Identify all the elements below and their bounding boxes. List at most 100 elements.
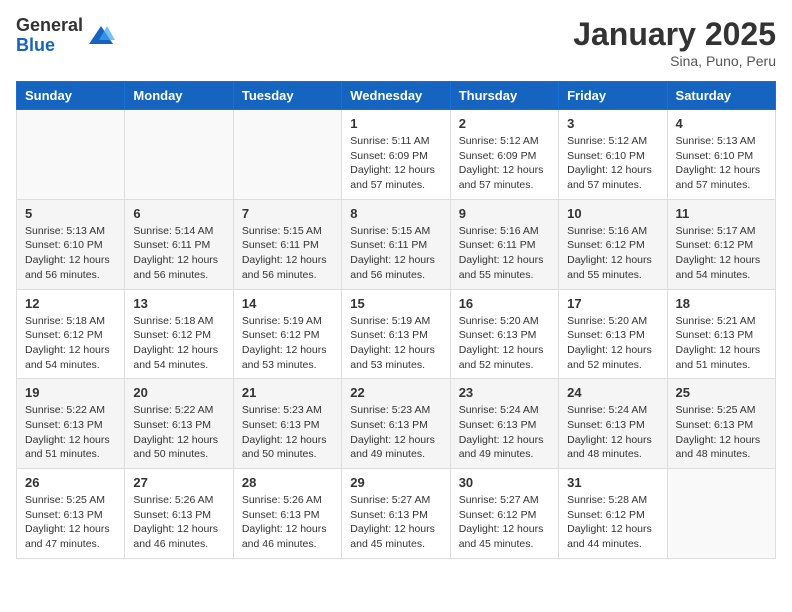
day-cell-31: 31 Sunrise: 5:28 AMSunset: 6:12 PMDayligh… [559,469,667,559]
day-cell-7: 7 Sunrise: 5:15 AMSunset: 6:11 PMDaylight… [233,199,341,289]
day-cell-23: 23 Sunrise: 5:24 AMSunset: 6:13 PMDayligh… [450,379,558,469]
day-cell-22: 22Sunrise: 5:23 AMSunset: 6:13 PMDayligh… [342,379,450,469]
logo-general-text: General [16,16,83,36]
calendar-table: SundayMondayTuesdayWednesdayThursdayFrid… [16,81,776,559]
day-cell-30: 30 Sunrise: 5:27 AMSunset: 6:12 PMDayligh… [450,469,558,559]
day-info: Sunrise: 5:23 AMSunset: 6:13 PMDaylight:… [242,403,333,462]
day-info: Sunrise: 5:20 AMSunset: 6:13 PMDaylight:… [459,314,550,373]
day-number: 3 [567,116,658,131]
week-row-1: 5 Sunrise: 5:13 AMSunset: 6:10 PMDaylight… [17,199,776,289]
day-info: Sunrise: 5:19 AMSunset: 6:12 PMDaylight:… [242,314,333,373]
day-info: Sunrise: 5:22 AMSunset: 6:13 PMDaylight:… [25,403,116,462]
day-cell-8: 8 Sunrise: 5:15 AMSunset: 6:11 PMDaylight… [342,199,450,289]
day-cell-25: 25 Sunrise: 5:25 AMSunset: 6:13 PMDayligh… [667,379,775,469]
day-number: 8 [350,206,441,221]
day-cell-15: 15 Sunrise: 5:19 AMSunset: 6:13 PMDayligh… [342,289,450,379]
day-info: Sunrise: 5:18 AMSunset: 6:12 PMDaylight:… [25,314,116,373]
day-cell-3: 3 Sunrise: 5:12 AMSunset: 6:10 PMDaylight… [559,110,667,200]
day-cell-29: 29 Sunrise: 5:27 AMSunset: 6:13 PMDayligh… [342,469,450,559]
day-info: Sunrise: 5:24 AMSunset: 6:13 PMDaylight:… [567,403,658,462]
day-number: 11 [676,206,767,221]
day-info: Sunrise: 5:24 AMSunset: 6:13 PMDaylight:… [459,403,550,462]
header-friday: Friday [559,82,667,110]
day-number: 26 [25,475,116,490]
day-info: Sunrise: 5:27 AMSunset: 6:12 PMDaylight:… [459,493,550,552]
day-info: Sunrise: 5:19 AMSunset: 6:13 PMDaylight:… [350,314,441,373]
day-number: 19 [25,385,116,400]
day-number: 5 [25,206,116,221]
day-cell-16: 16 Sunrise: 5:20 AMSunset: 6:13 PMDayligh… [450,289,558,379]
day-number: 10 [567,206,658,221]
month-title: January 2025 [573,16,776,53]
day-number: 20 [133,385,224,400]
week-row-3: 19 Sunrise: 5:22 AMSunset: 6:13 PMDayligh… [17,379,776,469]
day-info: Sunrise: 5:27 AMSunset: 6:13 PMDaylight:… [350,493,441,552]
empty-cell [17,110,125,200]
day-number: 1 [350,116,441,131]
day-info: Sunrise: 5:22 AMSunset: 6:13 PMDaylight:… [133,403,224,462]
day-cell-9: 9Sunrise: 5:16 AMSunset: 6:11 PMDaylight… [450,199,558,289]
day-info: Sunrise: 5:11 AMSunset: 6:09 PMDaylight:… [350,134,441,193]
day-number: 7 [242,206,333,221]
day-info: Sunrise: 5:15 AMSunset: 6:11 PMDaylight:… [350,224,441,283]
day-number: 29 [350,475,441,490]
day-info: Sunrise: 5:21 AMSunset: 6:13 PMDaylight:… [676,314,767,373]
day-info: Sunrise: 5:26 AMSunset: 6:13 PMDaylight:… [242,493,333,552]
logo: General Blue [16,16,115,56]
header-saturday: Saturday [667,82,775,110]
calendar-body: 1 Sunrise: 5:11 AMSunset: 6:09 PMDaylight… [17,110,776,559]
day-info: Sunrise: 5:16 AMSunset: 6:12 PMDaylight:… [567,224,658,283]
day-info: Sunrise: 5:13 AMSunset: 6:10 PMDaylight:… [25,224,116,283]
day-info: Sunrise: 5:12 AMSunset: 6:09 PMDaylight:… [459,134,550,193]
day-info: Sunrise: 5:15 AMSunset: 6:11 PMDaylight:… [242,224,333,283]
day-cell-18: 18 Sunrise: 5:21 AMSunset: 6:13 PMDayligh… [667,289,775,379]
day-number: 27 [133,475,224,490]
day-number: 23 [459,385,550,400]
title-area: January 2025 Sina, Puno, Peru [573,16,776,69]
day-number: 6 [133,206,224,221]
day-cell-5: 5 Sunrise: 5:13 AMSunset: 6:10 PMDaylight… [17,199,125,289]
day-cell-14: 14Sunrise: 5:19 AMSunset: 6:12 PMDayligh… [233,289,341,379]
location-subtitle: Sina, Puno, Peru [573,53,776,69]
day-info: Sunrise: 5:26 AMSunset: 6:13 PMDaylight:… [133,493,224,552]
day-number: 24 [567,385,658,400]
day-cell-21: 21Sunrise: 5:23 AMSunset: 6:13 PMDayligh… [233,379,341,469]
day-info: Sunrise: 5:20 AMSunset: 6:13 PMDaylight:… [567,314,658,373]
day-number: 25 [676,385,767,400]
week-row-2: 12Sunrise: 5:18 AMSunset: 6:12 PMDayligh… [17,289,776,379]
day-number: 2 [459,116,550,131]
header-thursday: Thursday [450,82,558,110]
day-number: 13 [133,296,224,311]
day-info: Sunrise: 5:25 AMSunset: 6:13 PMDaylight:… [676,403,767,462]
day-cell-2: 2 Sunrise: 5:12 AMSunset: 6:09 PMDaylight… [450,110,558,200]
day-cell-1: 1 Sunrise: 5:11 AMSunset: 6:09 PMDaylight… [342,110,450,200]
day-info: Sunrise: 5:28 AMSunset: 6:12 PMDaylight:… [567,493,658,552]
day-cell-17: 17Sunrise: 5:20 AMSunset: 6:13 PMDayligh… [559,289,667,379]
empty-cell [233,110,341,200]
day-cell-20: 20 Sunrise: 5:22 AMSunset: 6:13 PMDayligh… [125,379,233,469]
header-tuesday: Tuesday [233,82,341,110]
day-number: 31 [567,475,658,490]
day-info: Sunrise: 5:17 AMSunset: 6:12 PMDaylight:… [676,224,767,283]
header-sunday: Sunday [17,82,125,110]
day-number: 18 [676,296,767,311]
day-info: Sunrise: 5:13 AMSunset: 6:10 PMDaylight:… [676,134,767,193]
week-row-4: 26Sunrise: 5:25 AMSunset: 6:13 PMDayligh… [17,469,776,559]
day-cell-19: 19 Sunrise: 5:22 AMSunset: 6:13 PMDayligh… [17,379,125,469]
logo-icon [87,22,115,50]
day-cell-26: 26Sunrise: 5:25 AMSunset: 6:13 PMDayligh… [17,469,125,559]
day-cell-24: 24 Sunrise: 5:24 AMSunset: 6:13 PMDayligh… [559,379,667,469]
day-number: 30 [459,475,550,490]
day-cell-13: 13Sunrise: 5:18 AMSunset: 6:12 PMDayligh… [125,289,233,379]
day-cell-27: 27 Sunrise: 5:26 AMSunset: 6:13 PMDayligh… [125,469,233,559]
day-cell-4: 4Sunrise: 5:13 AMSunset: 6:10 PMDaylight… [667,110,775,200]
day-info: Sunrise: 5:14 AMSunset: 6:11 PMDaylight:… [133,224,224,283]
calendar-header-row: SundayMondayTuesdayWednesdayThursdayFrid… [17,82,776,110]
day-cell-11: 11 Sunrise: 5:17 AMSunset: 6:12 PMDayligh… [667,199,775,289]
logo-blue-text: Blue [16,36,83,56]
day-number: 16 [459,296,550,311]
day-cell-10: 10 Sunrise: 5:16 AMSunset: 6:12 PMDayligh… [559,199,667,289]
day-info: Sunrise: 5:12 AMSunset: 6:10 PMDaylight:… [567,134,658,193]
day-number: 15 [350,296,441,311]
header-monday: Monday [125,82,233,110]
